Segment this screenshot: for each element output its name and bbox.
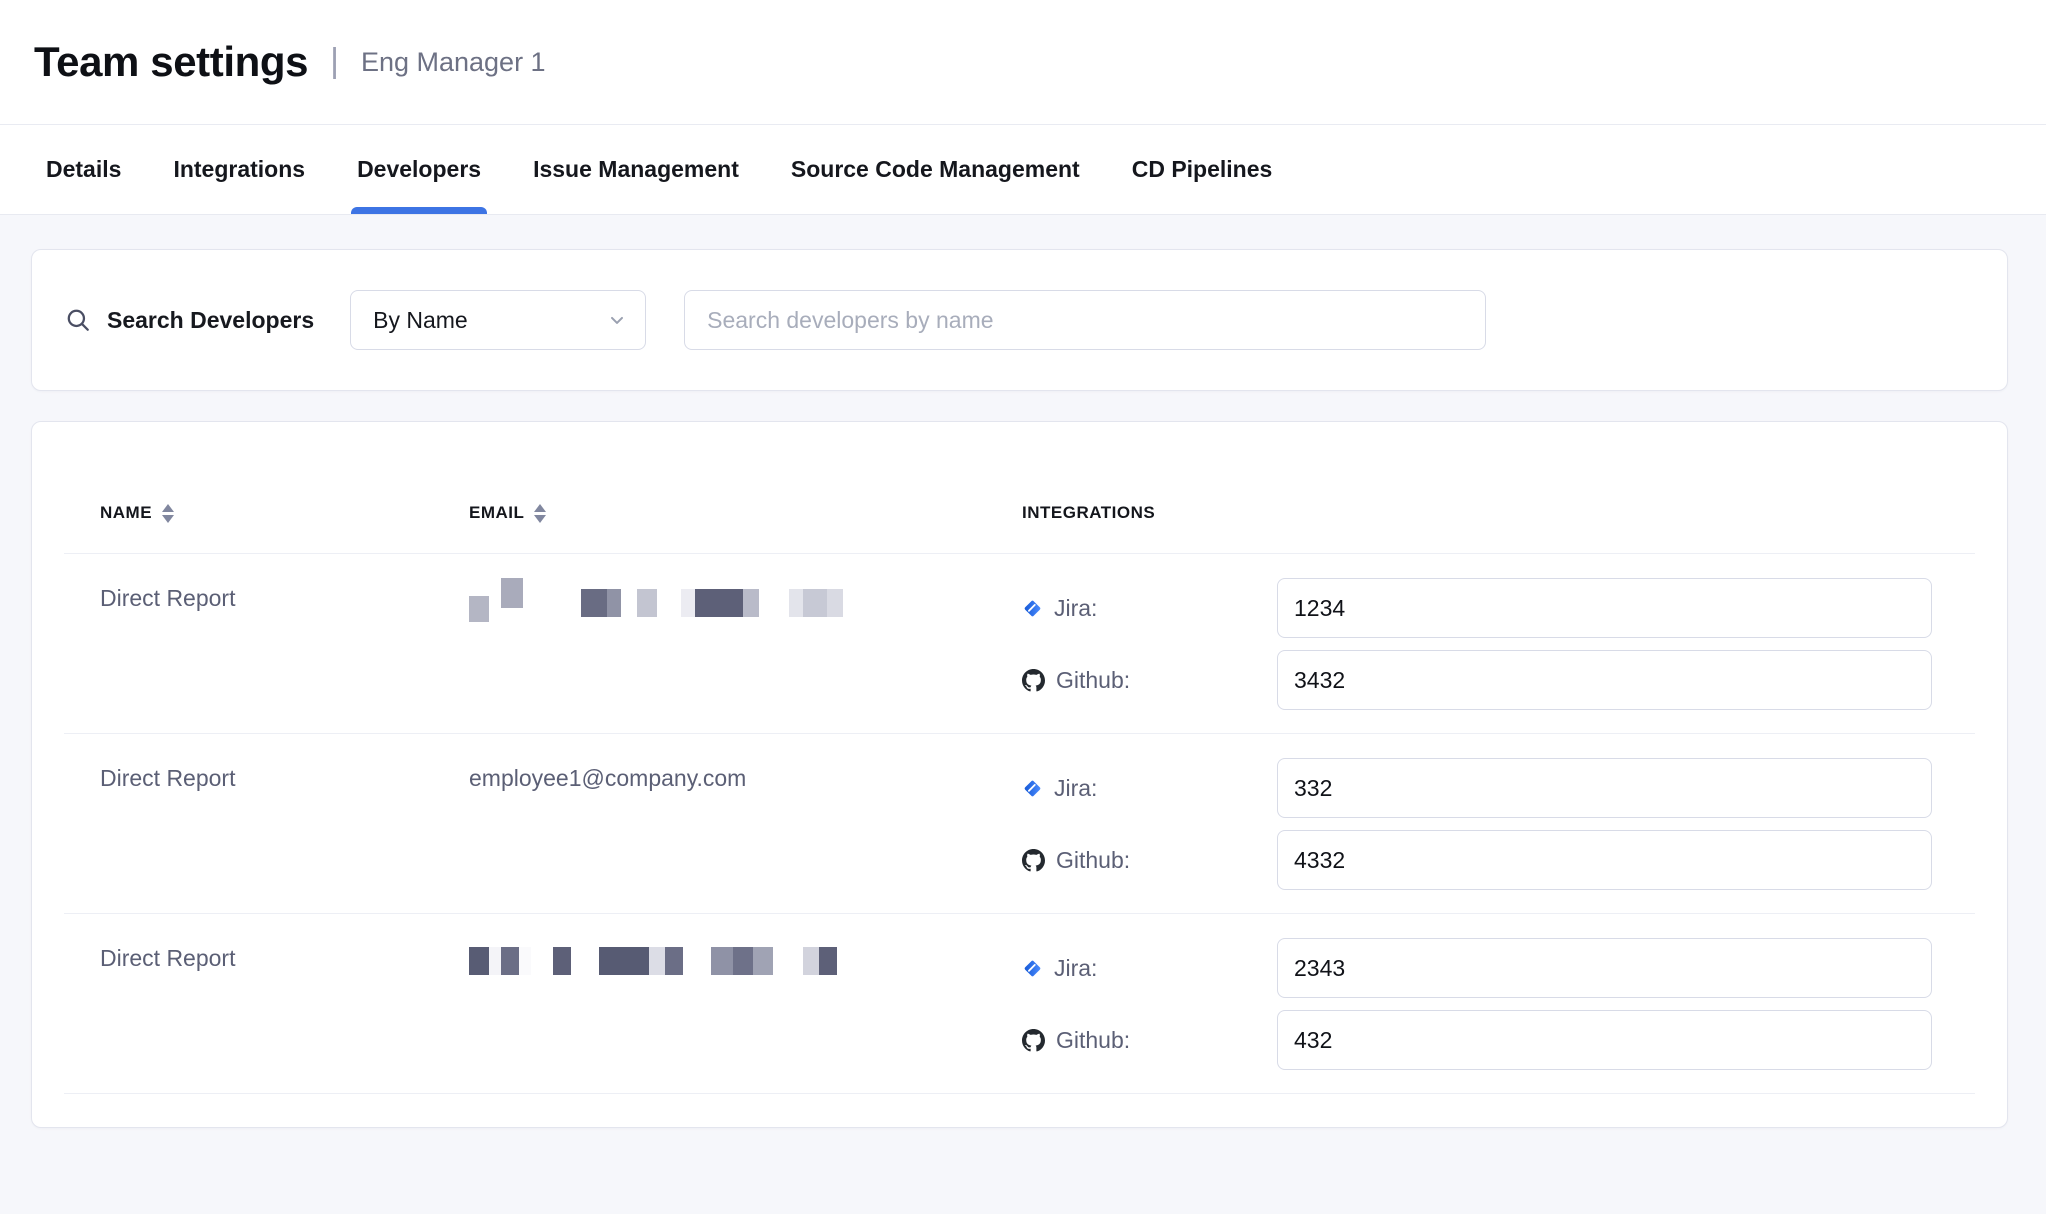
sort-desc-arrow (162, 515, 174, 523)
github-integration-row: Github: (1022, 1010, 1975, 1070)
jira-id-input[interactable] (1277, 758, 1932, 818)
sort-asc-arrow (162, 504, 174, 512)
name-cell: Direct Report (64, 734, 469, 913)
sort-desc-arrow (534, 515, 546, 523)
jira-label: Jira: (1054, 955, 1097, 982)
name-cell: Direct Report (64, 554, 469, 733)
github-label: Github: (1056, 847, 1130, 874)
github-icon (1022, 1029, 1045, 1052)
jira-icon (1022, 958, 1043, 979)
github-id-input[interactable] (1277, 650, 1932, 710)
github-id-input[interactable] (1277, 830, 1932, 890)
search-filter-select[interactable]: By Name (350, 290, 646, 350)
column-header-integrations: INTEGRATIONS (1022, 503, 1975, 523)
search-card: Search Developers By Name (31, 249, 2008, 391)
search-filter-value: By Name (373, 307, 468, 334)
jira-integration-row: Jira: (1022, 938, 1975, 998)
github-integration-row: Github: (1022, 830, 1975, 890)
jira-label: Jira: (1054, 775, 1097, 802)
page-subtitle: Eng Manager 1 (361, 47, 546, 78)
tab-bar: Details Integrations Developers Issue Ma… (0, 125, 2046, 215)
github-id-input[interactable] (1277, 1010, 1932, 1070)
jira-integration-row: Jira: (1022, 578, 1975, 638)
sort-icon-email[interactable] (534, 504, 546, 523)
jira-id-input[interactable] (1277, 578, 1932, 638)
email-cell (469, 554, 1022, 733)
search-icon (65, 307, 91, 333)
chevron-down-icon (607, 310, 627, 330)
developers-table: NAME EMAIL INTEGRATIONS Direct Report (31, 421, 2008, 1128)
github-icon (1022, 669, 1045, 692)
search-input[interactable] (684, 290, 1486, 350)
email-cell: employee1@company.com (469, 734, 1022, 913)
table-row: Direct Report employee1@company.com Jira… (64, 734, 1975, 914)
redacted-email (469, 585, 1022, 617)
tab-cd-pipelines[interactable]: CD Pipelines (1132, 125, 1273, 214)
email-cell (469, 914, 1022, 1093)
app-header: Team settings | Eng Manager 1 (0, 0, 2046, 125)
tab-developers[interactable]: Developers (357, 125, 481, 214)
table-row: Direct Report Jira: (64, 554, 1975, 734)
jira-integration-row: Jira: (1022, 758, 1975, 818)
tab-integrations[interactable]: Integrations (173, 125, 305, 214)
sort-asc-arrow (534, 504, 546, 512)
github-label: Github: (1056, 667, 1130, 694)
integrations-cell: Jira: Github: (1022, 914, 1975, 1093)
main-content: Search Developers By Name NAME EMAIL (0, 215, 2046, 1128)
jira-icon (1022, 598, 1043, 619)
integrations-cell: Jira: Github: (1022, 554, 1975, 733)
github-integration-row: Github: (1022, 650, 1975, 710)
tab-issue-management[interactable]: Issue Management (533, 125, 739, 214)
name-cell: Direct Report (64, 914, 469, 1093)
integrations-cell: Jira: Github: (1022, 734, 1975, 913)
tab-source-code-management[interactable]: Source Code Management (791, 125, 1080, 214)
tab-details[interactable]: Details (46, 125, 121, 214)
search-developers-label: Search Developers (107, 307, 314, 334)
redacted-email (469, 945, 1022, 977)
jira-id-input[interactable] (1277, 938, 1932, 998)
jira-label: Jira: (1054, 595, 1097, 622)
jira-icon (1022, 778, 1043, 799)
github-label: Github: (1056, 1027, 1130, 1054)
sort-icon-name[interactable] (162, 504, 174, 523)
column-header-email[interactable]: EMAIL (469, 503, 1022, 523)
page-title: Team settings (34, 38, 308, 86)
github-icon (1022, 849, 1045, 872)
column-header-name[interactable]: NAME (64, 503, 469, 523)
table-header-row: NAME EMAIL INTEGRATIONS (64, 422, 1975, 554)
title-divider: | (330, 42, 339, 81)
table-row: Direct Report Jira: (64, 914, 1975, 1094)
